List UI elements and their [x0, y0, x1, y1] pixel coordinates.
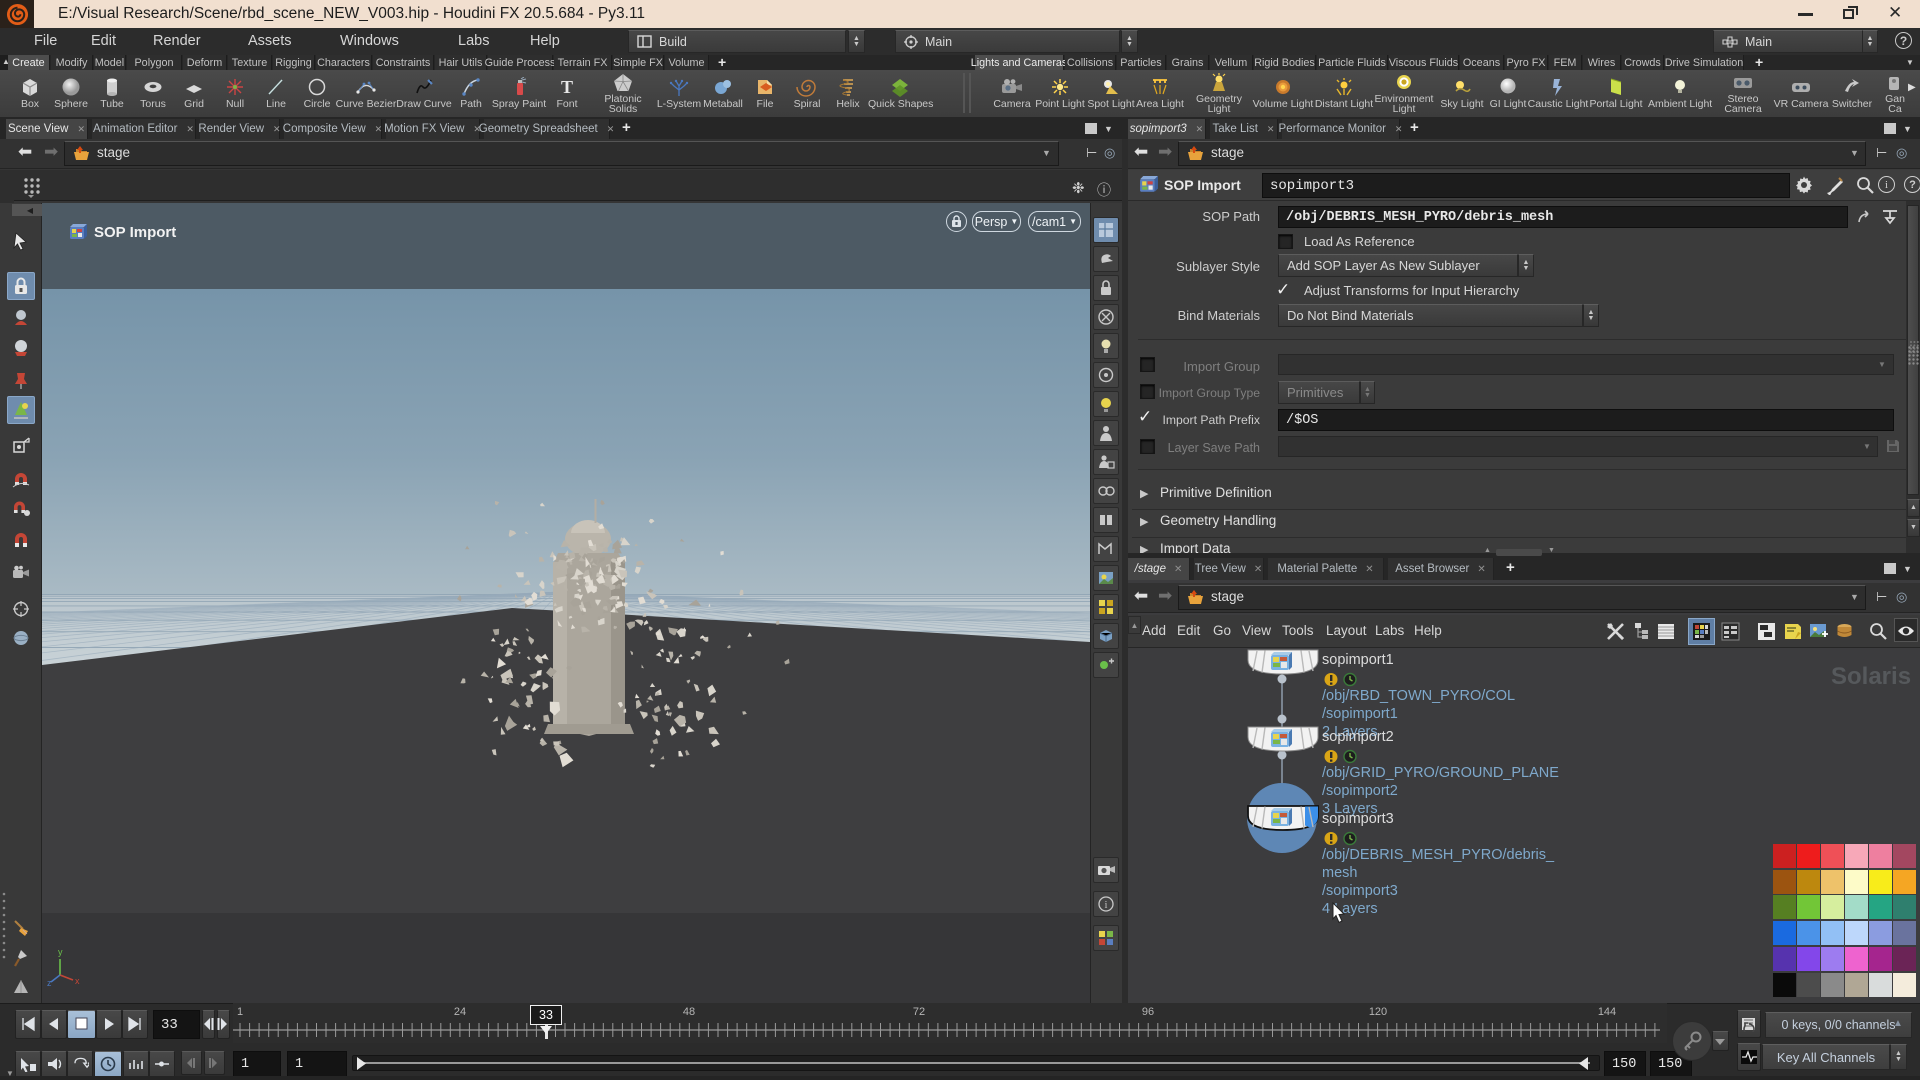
- svg-text:i: i: [1105, 900, 1108, 911]
- svg-text:120: 120: [1369, 1006, 1387, 1018]
- svg-text:x: x: [75, 976, 80, 986]
- svg-text:96: 96: [1142, 1006, 1154, 1018]
- svg-text:1: 1: [237, 1006, 243, 1018]
- svg-text:144: 144: [1598, 1006, 1616, 1018]
- svg-text:72: 72: [913, 1006, 925, 1018]
- svg-text:24: 24: [454, 1006, 466, 1018]
- svg-text:T: T: [561, 77, 573, 97]
- svg-text:48: 48: [683, 1006, 695, 1018]
- svg-text:y: y: [58, 947, 63, 957]
- svg-text:z: z: [47, 978, 52, 988]
